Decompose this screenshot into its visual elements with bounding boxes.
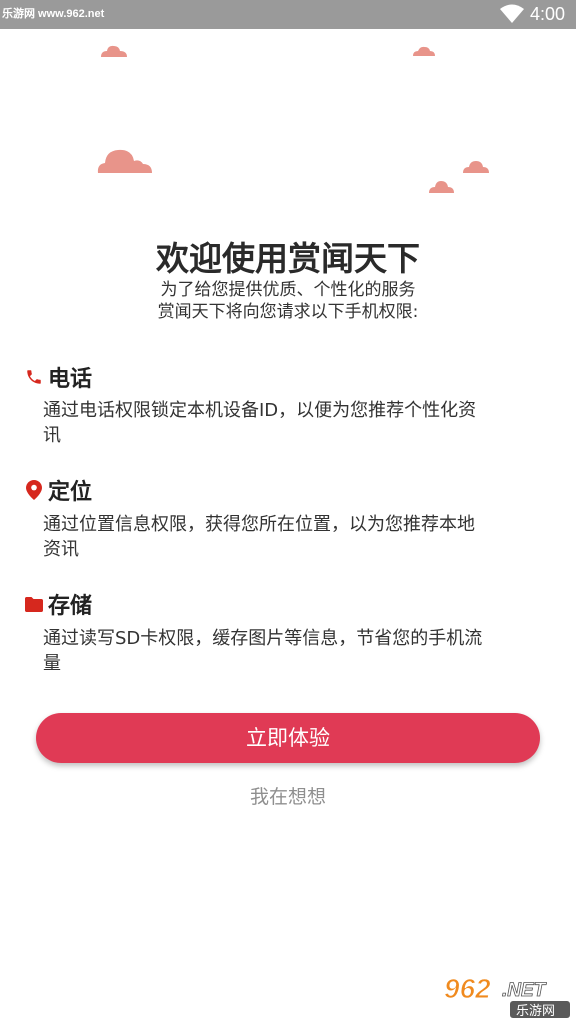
think-again-link[interactable]: 我在想想 bbox=[0, 782, 576, 809]
wifi-icon bbox=[500, 4, 524, 23]
cloud-decoration bbox=[463, 161, 489, 173]
permission-description: 通过电话权限锁定本机设备ID，以便为您推荐个性化资 讯 bbox=[43, 398, 533, 448]
permission-label: 定位 bbox=[48, 480, 93, 505]
permission-label: 电话 bbox=[48, 367, 93, 392]
permission-description: 通过读写SD卡权限，缓存图片等信息，节省您的手机流 量 bbox=[43, 626, 533, 676]
permission-label: 存储 bbox=[48, 594, 93, 619]
permission-description-line: 量 bbox=[43, 653, 61, 674]
permission-description-line: 通过读写SD卡权限，缓存图片等信息，节省您的手机流 bbox=[43, 628, 483, 649]
permission-phone: 电话 bbox=[24, 362, 92, 392]
watermark-logo: 962 .NET 乐游网 bbox=[444, 973, 570, 1019]
top-watermark: 乐游网 www.962.net bbox=[2, 8, 105, 20]
status-bar: 乐游网 www.962.net 4:00 bbox=[0, 0, 576, 29]
phone-icon bbox=[24, 366, 44, 388]
try-now-button[interactable]: 立即体验 bbox=[36, 713, 540, 763]
permission-description-line: 通过位置信息权限，获得您所在位置，以为您推荐本地 bbox=[43, 514, 475, 535]
cloud-decoration bbox=[413, 46, 435, 56]
permission-location: 定位 bbox=[24, 475, 92, 505]
cloud-decoration bbox=[101, 45, 127, 57]
page-title: 欢迎使用赏闻天下 bbox=[156, 239, 420, 278]
permission-description-line: 通过电话权限锁定本机设备ID，以便为您推荐个性化资 bbox=[43, 400, 477, 421]
subtitle-line-1: 为了给您提供优质、个性化的服务 bbox=[160, 280, 416, 300]
svg-text:962: 962 bbox=[444, 973, 491, 1004]
permission-description-line: 资讯 bbox=[43, 539, 79, 560]
cloud-decoration bbox=[429, 181, 454, 193]
subtitle-line-2: 赏闻天下将向您请求以下手机权限: bbox=[157, 302, 419, 322]
permission-description-line: 讯 bbox=[43, 425, 61, 446]
svg-text:.NET: .NET bbox=[502, 980, 547, 1001]
permission-storage: 存储 bbox=[24, 589, 92, 619]
folder-icon bbox=[24, 593, 44, 615]
status-time: 4:00 bbox=[530, 4, 566, 24]
location-pin-icon bbox=[24, 479, 44, 501]
cloud-decoration bbox=[97, 149, 152, 173]
permission-description: 通过位置信息权限，获得您所在位置，以为您推荐本地 资讯 bbox=[43, 512, 533, 562]
svg-text:乐游网: 乐游网 bbox=[516, 1004, 555, 1019]
